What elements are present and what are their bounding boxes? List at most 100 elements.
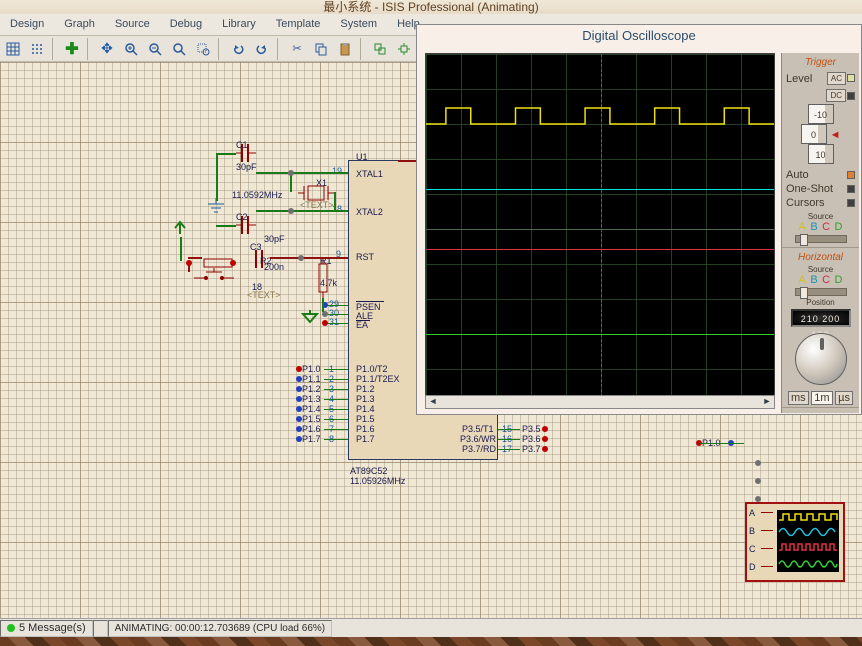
p14-label: P1.4	[356, 404, 375, 414]
u1-clock: 11.05926MHz	[350, 476, 405, 486]
p37-label: P3.7/RD	[462, 444, 496, 454]
status-animating: ANIMATING: 00:00:12.703689 (CPU load 66%…	[108, 620, 332, 637]
window-title: 最小系统 - ISIS Professional (Animating)	[0, 0, 862, 14]
trace-c	[426, 249, 774, 250]
position-label: Position	[784, 298, 857, 307]
menu-design[interactable]: Design	[0, 14, 54, 35]
copy-icon[interactable]	[310, 38, 332, 60]
cursors-label: Cursors	[786, 197, 825, 209]
trace-a	[426, 106, 774, 126]
zoom-in-icon[interactable]	[120, 38, 142, 60]
p16-label: P1.6	[356, 424, 375, 434]
p12-label: P1.2	[356, 384, 375, 394]
scope-screen[interactable]	[425, 53, 775, 403]
scope-title: Digital Oscilloscope	[417, 25, 861, 47]
status-bar: 5 Message(s) ANIMATING: 00:00:12.703689 …	[0, 618, 862, 637]
c3-ref: C3	[250, 242, 262, 252]
p10-label: P1.0/T2	[356, 364, 388, 374]
menu-system[interactable]: System	[330, 14, 387, 35]
c2-val: 30pF	[264, 234, 285, 244]
menu-library[interactable]: Library	[212, 14, 266, 35]
redo-icon[interactable]	[251, 38, 273, 60]
origin-icon[interactable]: ✚	[61, 38, 83, 60]
pin19-num: 19	[332, 166, 342, 176]
auto-led[interactable]	[847, 171, 855, 179]
ground-icon-2	[300, 310, 320, 327]
horizontal-header: Horizontal	[784, 252, 857, 263]
p13-label: P1.3	[356, 394, 375, 404]
cut-icon[interactable]: ✂	[286, 38, 308, 60]
menu-source[interactable]: Source	[105, 14, 160, 35]
undo-icon[interactable]	[227, 38, 249, 60]
scope-scrollbar[interactable]: ◄ ►	[425, 395, 775, 409]
c2-ref: C2	[236, 212, 248, 222]
grid-icon[interactable]	[26, 38, 48, 60]
timebase-knob[interactable]	[795, 333, 847, 385]
scroll-right-icon[interactable]: ►	[760, 396, 774, 408]
scope-controls: Trigger Level AC DC -10 0 ◄ 10 Auto One-…	[781, 53, 859, 413]
p12-net: P1.2	[302, 384, 321, 394]
p36-net: P3.6	[522, 434, 541, 444]
p35-net: P3.5	[522, 424, 541, 434]
trace-d	[426, 334, 774, 335]
p13-net: P1.3	[302, 394, 321, 404]
secondary-18: 18	[252, 282, 262, 292]
p16-net: P1.6	[302, 424, 321, 434]
pin-xtal2-label: XTAL2	[356, 207, 383, 217]
menu-template[interactable]: Template	[266, 14, 331, 35]
unit-1m[interactable]: 1m	[811, 391, 832, 405]
taskbar-strip	[0, 637, 862, 646]
port-c[interactable]: C	[749, 544, 756, 554]
trigger-source-slider[interactable]	[795, 235, 847, 243]
pin-ea-label: EA	[356, 320, 368, 330]
p17-net: P1.7	[302, 434, 321, 444]
cursors-led[interactable]	[847, 199, 855, 207]
p15-label: P1.5	[356, 414, 375, 424]
x1-text: <TEXT>	[300, 200, 334, 210]
scroll-left-icon[interactable]: ◄	[426, 396, 440, 408]
p11-label: P1.1/T2EX	[356, 374, 400, 384]
port-a[interactable]: A	[749, 508, 755, 518]
port-b[interactable]: B	[749, 526, 755, 536]
level-spin-top[interactable]: -10	[808, 104, 834, 124]
oscilloscope-instrument[interactable]: A B C D	[745, 502, 845, 582]
push-button[interactable]	[194, 268, 234, 285]
ac-button[interactable]: AC	[827, 72, 846, 85]
oscilloscope-window[interactable]: Digital Oscilloscope ◄ ► Trigger Level A…	[416, 24, 862, 415]
u1-ref: U1	[356, 152, 368, 162]
unit-ms[interactable]: ms	[788, 391, 809, 405]
block-copy-icon[interactable]	[369, 38, 391, 60]
pan-icon[interactable]: ✥	[96, 38, 118, 60]
level-spin-mid[interactable]: 0	[801, 124, 827, 144]
p37-net: P3.7	[522, 444, 541, 454]
menu-debug[interactable]: Debug	[160, 14, 212, 35]
status-led-icon	[7, 624, 15, 632]
zoom-area-icon[interactable]	[192, 38, 214, 60]
status-messages[interactable]: 5 Message(s)	[0, 620, 93, 637]
p14-net: P1.4	[302, 404, 321, 414]
redraw-icon[interactable]	[2, 38, 24, 60]
unit-us[interactable]: µs	[835, 391, 853, 405]
x1-ref: X1	[316, 178, 327, 188]
trigger-header: Trigger	[784, 57, 857, 68]
mini-scope-screen	[777, 510, 839, 572]
port-d[interactable]: D	[749, 562, 756, 572]
x1-val: 11.0592MHz	[232, 190, 282, 200]
p17-label: P1.7	[356, 434, 375, 444]
horiz-source-slider[interactable]	[795, 288, 847, 296]
level-spin-bot[interactable]: 10	[808, 144, 834, 164]
c1-val: 30pF	[236, 162, 257, 172]
paste-icon[interactable]	[334, 38, 356, 60]
oneshot-led[interactable]	[847, 185, 855, 193]
zoom-out-icon[interactable]	[144, 38, 166, 60]
zoom-all-icon[interactable]	[168, 38, 190, 60]
dc-button[interactable]: DC	[826, 89, 846, 102]
level-label: Level	[786, 73, 812, 85]
p11-net: P1.1	[302, 374, 321, 384]
pin-xtal1-label: XTAL1	[356, 169, 383, 179]
block-move-icon[interactable]	[393, 38, 415, 60]
oneshot-label: One-Shot	[786, 183, 833, 195]
menu-graph[interactable]: Graph	[54, 14, 105, 35]
position-display: 210 200 190	[791, 309, 851, 327]
source-label-1: Source	[784, 212, 857, 221]
